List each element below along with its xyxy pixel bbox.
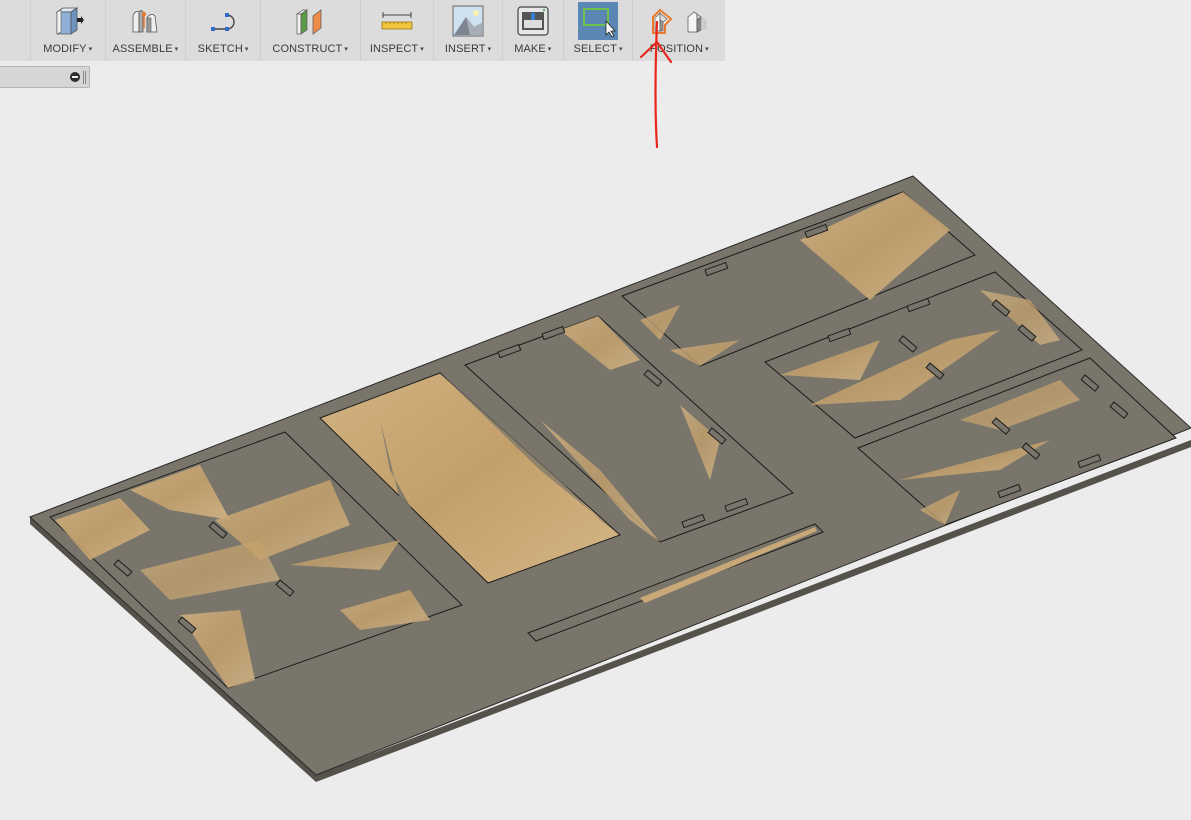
insert-image-icon — [452, 5, 484, 37]
dropdown-caret-icon: ▾ — [88, 46, 93, 53]
offset-plane-icon — [296, 9, 322, 35]
toolbar-label-select: SELECT — [573, 43, 617, 55]
toolbar-label-inspect: INSPECT — [369, 43, 419, 55]
dropdown-caret-icon: ▾ — [174, 46, 179, 53]
minus-circle-icon[interactable] — [70, 72, 80, 82]
toolbar-group-sketch[interactable]: SKETCH ▾ — [186, 0, 261, 61]
toolbar-label-insert: INSERT — [444, 43, 486, 55]
dropdown-caret-icon: ▾ — [618, 46, 623, 53]
toolbar-group-position[interactable]: POSITION ▾ — [633, 0, 725, 61]
3d-print-icon — [517, 6, 549, 36]
measure-ruler-icon — [381, 12, 413, 30]
press-pull-icon — [55, 7, 84, 35]
dropdown-caret-icon: ▾ — [420, 46, 424, 53]
toolbar-group-assemble[interactable]: ASSEMBLE ▾ — [106, 0, 187, 61]
dropdown-caret-icon: ▾ — [344, 46, 348, 53]
sketch-arc-icon — [211, 13, 235, 31]
dropdown-caret-icon: ▾ — [487, 46, 492, 53]
toolbar-group-construct[interactable]: CONSTRUCT ▾ — [261, 0, 361, 61]
panel-resize-grip[interactable] — [83, 71, 86, 84]
dropdown-caret-icon: ▾ — [547, 46, 552, 53]
toolbar-group-insert[interactable]: INSERT ▾ — [434, 0, 503, 61]
toolbar: MODIFY ▾ ASSEMBLE ▾ SKETCH ▾ CONSTRUCT ▾… — [0, 0, 725, 61]
toolbar-group-inspect[interactable]: INSPECT ▾ — [361, 0, 435, 61]
toolbar-label-sketch: SKETCH — [197, 43, 243, 55]
dropdown-caret-icon: ▾ — [244, 46, 249, 53]
browser-panel — [0, 66, 90, 88]
toolbar-label-position: POSITION — [649, 43, 704, 55]
3d-viewport[interactable] — [0, 0, 1191, 820]
select-active-highlight — [578, 2, 619, 40]
window-select-icon — [583, 8, 616, 37]
joint-icon — [132, 10, 158, 33]
dropdown-caret-icon: ▾ — [705, 46, 709, 53]
revert-position-icon[interactable] — [685, 8, 709, 34]
toolbar-label-construct: CONSTRUCT — [272, 43, 343, 55]
toolbar-group-select[interactable]: SELECT ▾ — [564, 0, 634, 61]
toolbar-label-assemble: ASSEMBLE — [112, 43, 173, 55]
toolbar-lead-area — [0, 0, 31, 61]
toolbar-label-modify: MODIFY — [43, 43, 87, 55]
toolbar-group-make[interactable]: MAKE ▾ — [503, 0, 564, 61]
capture-position-icon[interactable] — [649, 7, 675, 35]
toolbar-group-modify[interactable]: MODIFY ▾ — [31, 0, 106, 61]
toolbar-label-make: MAKE — [514, 43, 546, 55]
